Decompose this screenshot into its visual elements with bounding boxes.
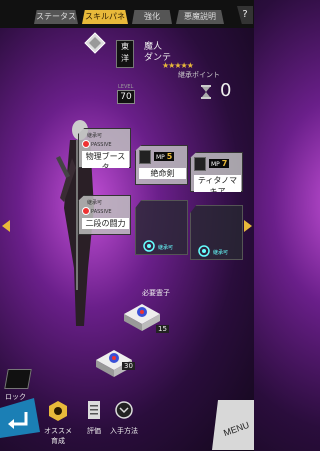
skill-thumbnail-icon — [194, 157, 206, 171]
inheritable-label: 継承可 — [158, 245, 174, 251]
panel-type: PASSIVE — [91, 209, 112, 215]
review-button[interactable]: 評価 — [78, 400, 110, 450]
crown-emblem-icon — [84, 32, 106, 54]
skill-panel-1[interactable]: 継承可 PASSIVE 物理ブースタ — [78, 128, 131, 168]
inheritable-label: 継承可 — [213, 250, 229, 256]
recommend-training-button[interactable]: オススメ育成 — [42, 400, 74, 450]
passive-orb-icon — [82, 140, 90, 148]
obtain-method-button[interactable]: 入手方法 — [108, 400, 140, 450]
menu-button[interactable]: MENU — [212, 400, 254, 450]
obtain-method-label: 入手方法 — [110, 427, 138, 435]
skill-thumbnail-icon — [139, 150, 151, 164]
tab-demon-description[interactable]: 悪魔説明 — [176, 10, 224, 24]
review-label: 評価 — [87, 427, 101, 435]
skill-panel-5-locked[interactable]: 継承可 — [135, 200, 188, 255]
spiral-lock-icon — [198, 245, 210, 257]
mp-badge: MP 7 — [209, 159, 230, 168]
level-value: 70 — [117, 90, 135, 104]
mp-cost: 7 — [221, 159, 228, 168]
required-spirit-label: 必要霊子 — [142, 289, 170, 297]
spirit-cost-2: 30 — [122, 362, 135, 370]
inheritable-tag: 継承可 — [87, 200, 103, 206]
mp-badge: MP 5 — [154, 152, 175, 161]
skill-panel-3[interactable]: MP 7 ティタノマキア — [190, 152, 243, 192]
rarity-kanji-1: 東 — [121, 42, 129, 51]
tab-bar: ステータス スキルパネル 強化 悪魔説明 ? — [0, 0, 254, 28]
recommend-training-label: オススメ育成 — [44, 427, 72, 445]
skill-panel-2[interactable]: MP 5 絶命剣 — [135, 145, 188, 185]
rarity-kanji-2: 洋 — [121, 54, 129, 63]
recommend-icon — [49, 401, 67, 421]
obtain-icon — [115, 401, 133, 419]
document-icon — [88, 401, 100, 419]
skill-panel-4[interactable]: 継承可 PASSIVE 二段の闘力 — [78, 195, 131, 235]
back-arrow-button[interactable] — [0, 398, 40, 438]
hourglass-icon — [201, 85, 211, 99]
skill-name: ティタノマキア — [194, 175, 241, 192]
inherit-points-label: 継承ポイント — [178, 71, 220, 79]
lock-button[interactable] — [4, 369, 32, 389]
rarity-stars: ★★★★★ — [162, 61, 194, 70]
inheritable-tag: 継承可 — [87, 133, 103, 139]
next-page-arrow-icon[interactable] — [244, 220, 252, 232]
skill-name: 絶命剣 — [139, 168, 186, 179]
spirit-cost-1: 15 — [156, 325, 169, 333]
tab-enhance[interactable]: 強化 — [132, 10, 172, 24]
passive-orb-icon — [82, 207, 90, 215]
skill-panel-6-locked[interactable]: 継承可 — [190, 205, 243, 260]
mp-cost: 5 — [166, 152, 173, 161]
rarity-badge: 東 洋 — [116, 40, 134, 68]
skill-name: 二段の闘力 — [82, 218, 129, 229]
spiral-lock-icon — [143, 240, 155, 252]
tab-skill-panel[interactable]: スキルパネル — [82, 10, 128, 24]
tab-status[interactable]: ステータス — [34, 10, 78, 24]
help-button[interactable]: ? — [237, 6, 253, 24]
prev-page-arrow-icon[interactable] — [2, 220, 10, 232]
panel-type: PASSIVE — [91, 142, 112, 148]
inherit-points-value: 0 — [220, 80, 232, 101]
